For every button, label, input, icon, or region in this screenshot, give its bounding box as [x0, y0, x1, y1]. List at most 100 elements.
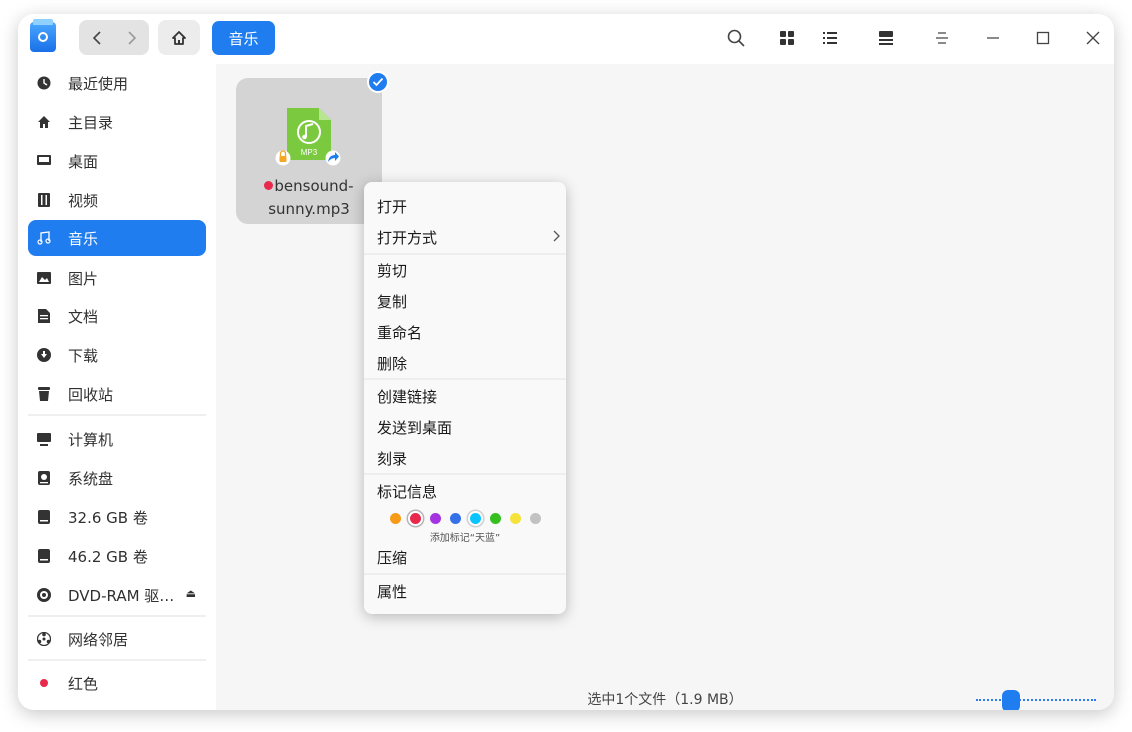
menu-item-send-to-desktop[interactable]: 发送到桌面: [364, 412, 566, 442]
document-icon: [36, 308, 52, 324]
eject-icon[interactable]: ⏏: [186, 587, 196, 600]
menu-item-create-link[interactable]: 创建链接: [364, 381, 566, 411]
menu-item-properties[interactable]: 属性: [364, 576, 566, 606]
home-button[interactable]: [158, 20, 200, 55]
home-icon: [36, 114, 52, 130]
sidebar-item-label: 桌面: [68, 152, 99, 171]
menu-item-rename[interactable]: 重命名: [364, 317, 566, 347]
picture-icon: [36, 270, 52, 286]
back-button[interactable]: [79, 20, 114, 55]
main-menu-button[interactable]: [930, 26, 954, 50]
disk-icon: [36, 509, 52, 525]
menu-item-cut[interactable]: 剪切: [364, 255, 566, 285]
sidebar-item-label: 回收站: [68, 385, 114, 404]
sidebar-item-pictures[interactable]: 图片: [28, 260, 206, 296]
sidebar-item-volume-46gb[interactable]: 46.2 GB 卷: [28, 538, 206, 574]
sidebar-item-downloads[interactable]: 下载: [28, 337, 206, 373]
menu-item-tag-info: 标记信息: [377, 482, 438, 501]
file-view: MP3 bensound- sunny.mp3 选中1个文件（1.9 MB）: [216, 64, 1114, 710]
sidebar-item-computer[interactable]: 计算机: [28, 421, 206, 457]
file-tag-dot: [264, 181, 274, 190]
search-icon: [727, 29, 745, 47]
sidebar-divider: [28, 659, 206, 661]
sidebar-item-desktop[interactable]: 桌面: [28, 143, 206, 179]
tag-color-gray[interactable]: [530, 513, 541, 524]
menu-item-open-with[interactable]: 打开方式: [364, 222, 566, 252]
sidebar-item-music[interactable]: 音乐: [28, 220, 206, 256]
chevron-right-icon: [553, 230, 560, 246]
selected-check-icon: [367, 71, 389, 93]
menu-item-compress[interactable]: 压缩: [364, 542, 566, 572]
sidebar-item-recent[interactable]: 最近使用: [28, 65, 206, 101]
sidebar-item-label: 系统盘: [68, 469, 114, 488]
zoom-slider-handle[interactable]: [1002, 690, 1020, 710]
maximize-icon: [1036, 31, 1050, 45]
sidebar-item-label: 46.2 GB 卷: [68, 547, 148, 566]
tag-color-purple[interactable]: [430, 513, 441, 524]
zoom-slider-track: [976, 699, 1096, 703]
optical-drive-icon: [36, 587, 52, 603]
menu-separator: [364, 378, 566, 380]
menu-item-copy[interactable]: 复制: [364, 286, 566, 316]
forward-icon: [127, 30, 136, 45]
sidebar-item-documents[interactable]: 文档: [28, 298, 206, 334]
sidebar-item-home[interactable]: 主目录: [28, 104, 206, 140]
sidebar-item-label: 下载: [68, 346, 99, 365]
icon-view-button[interactable]: [775, 26, 799, 50]
mp3-file-icon: MP3: [275, 108, 341, 166]
detail-view-button[interactable]: [874, 26, 898, 50]
trash-icon: [36, 386, 52, 402]
close-icon: [1086, 31, 1100, 45]
search-button[interactable]: [724, 26, 748, 50]
disk-icon: [36, 548, 52, 564]
sidebar-item-label: 计算机: [68, 430, 114, 449]
maximize-button[interactable]: [1031, 26, 1055, 50]
sidebar-item-trash[interactable]: 回收站: [28, 376, 206, 412]
minimize-button[interactable]: [981, 26, 1005, 50]
sidebar-item-tag-red[interactable]: 红色: [28, 665, 206, 701]
menu-separator: [364, 473, 566, 475]
list-view-button[interactable]: [818, 26, 842, 50]
desktop-icon: [36, 153, 52, 169]
breadcrumb-current[interactable]: 音乐: [212, 21, 275, 55]
sidebar-item-network[interactable]: 网络邻居: [28, 621, 206, 657]
sidebar-item-volume-32gb[interactable]: 32.6 GB 卷: [28, 499, 206, 535]
sidebar-item-dvd-drive[interactable]: DVD-RAM 驱… ⏏: [28, 577, 206, 613]
sidebar-item-label: 文档: [68, 307, 99, 326]
menu-item-delete[interactable]: 删除: [364, 348, 566, 378]
sidebar-divider: [28, 615, 206, 617]
menu-icon: [936, 32, 948, 44]
sidebar-item-label: 网络邻居: [68, 630, 129, 649]
minimize-icon: [987, 37, 999, 39]
sidebar-item-label: DVD-RAM 驱…: [68, 586, 175, 605]
sidebar-item-label: 32.6 GB 卷: [68, 508, 148, 527]
sidebar-item-label: 音乐: [68, 229, 99, 248]
menu-item-open[interactable]: 打开: [364, 191, 566, 221]
tag-color-red[interactable]: [410, 513, 421, 524]
icon-view-icon: [780, 31, 794, 45]
zoom-slider[interactable]: [976, 690, 1096, 710]
tag-color-yellow[interactable]: [510, 513, 521, 524]
tag-color-blue[interactable]: [450, 513, 461, 524]
system-disk-icon: [36, 470, 52, 486]
close-button[interactable]: [1081, 26, 1105, 50]
tag-color-orange[interactable]: [390, 513, 401, 524]
home-icon: [172, 30, 186, 45]
sidebar-item-system-disk[interactable]: 系统盘: [28, 460, 206, 496]
navigation-buttons: [79, 20, 149, 55]
sidebar-item-video[interactable]: 视频: [28, 182, 206, 218]
menu-item-burn[interactable]: 刻录: [364, 443, 566, 473]
menu-separator: [364, 573, 566, 575]
forward-button[interactable]: [114, 20, 149, 55]
sidebar-item-label: 红色: [68, 674, 99, 693]
tag-color-green[interactable]: [490, 513, 501, 524]
titlebar: 音乐: [18, 14, 1114, 64]
clock-icon: [36, 75, 52, 91]
tag-color-sky-blue[interactable]: [470, 513, 481, 524]
sidebar-divider: [28, 414, 206, 416]
app-logo-icon: [30, 19, 56, 52]
tag-color-picker: [388, 510, 548, 528]
file-item[interactable]: MP3 bensound- sunny.mp3: [236, 78, 382, 224]
red-tag-icon: [36, 675, 52, 691]
file-name: bensound- sunny.mp3: [236, 175, 382, 221]
